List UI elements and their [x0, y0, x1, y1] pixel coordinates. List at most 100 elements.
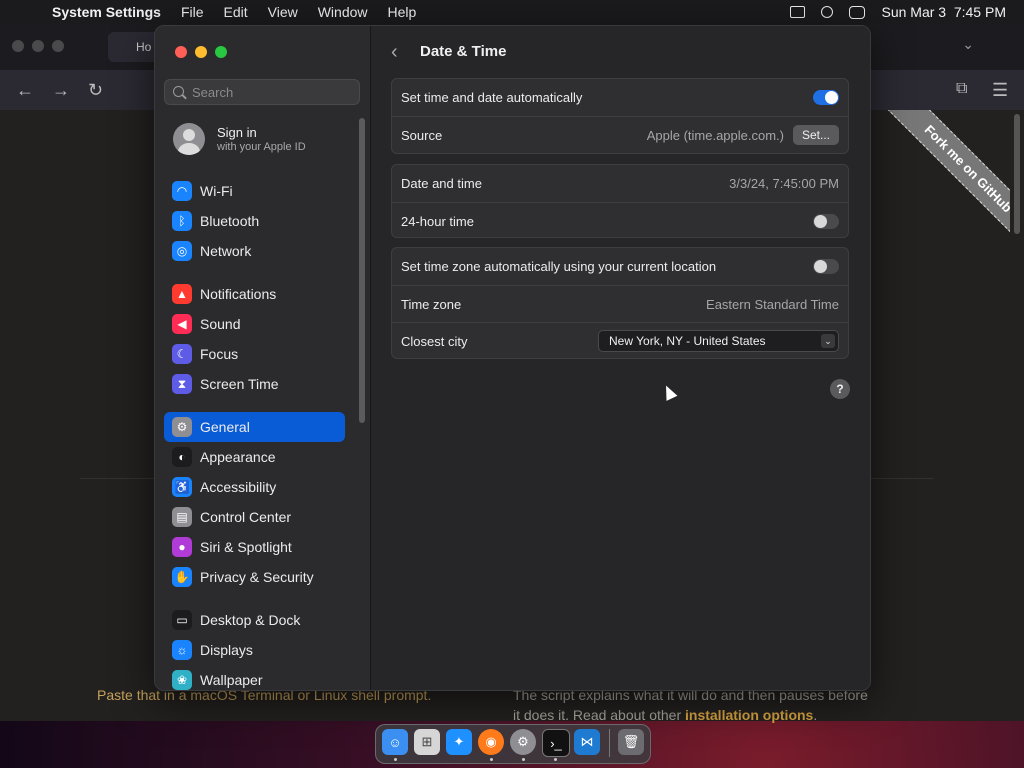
- forward-arrow-icon[interactable]: →: [52, 80, 70, 101]
- help-button[interactable]: ?: [830, 379, 850, 399]
- dock-system-settings-icon[interactable]: ⚙: [510, 729, 536, 755]
- sidebar-search-field[interactable]: Search: [164, 79, 360, 105]
- sidebar-item-network[interactable]: ◎ Network: [164, 236, 345, 266]
- closest-city-row: Closest city New York, NY - United State…: [392, 322, 848, 360]
- set-auto-toggle[interactable]: [813, 90, 839, 105]
- sidebar-item-siri-spotlight[interactable]: ● Siri & Spotlight: [164, 532, 345, 562]
- date-time-pane: ‹ Date & Time Set time and date automati…: [371, 26, 870, 690]
- bluetooth-icon: ᛒ: [172, 211, 192, 231]
- siri-icon: ●: [172, 537, 192, 557]
- browser-minimize-button[interactable]: [32, 40, 44, 52]
- sidebar-item-wallpaper[interactable]: ❀ Wallpaper: [164, 665, 345, 690]
- sidebar-item-control-center[interactable]: ▤ Control Center: [164, 502, 345, 532]
- dock-vscode-icon[interactable]: ⋈: [574, 729, 600, 755]
- sidebar-item-label: Accessibility: [200, 479, 277, 495]
- dock-launchpad-icon[interactable]: ⊞: [414, 729, 440, 755]
- time-zone-value: Eastern Standard Time: [706, 297, 839, 312]
- sidebar-item-appearance[interactable]: ◐ Appearance: [164, 442, 345, 472]
- menu-view[interactable]: View: [268, 4, 298, 20]
- hour24-row: 24-hour time: [392, 202, 848, 240]
- sidebar-item-label: Sound: [200, 316, 241, 332]
- browser-scrollbar[interactable]: [1014, 114, 1020, 234]
- back-arrow-icon[interactable]: ←: [16, 80, 34, 101]
- time-source-group: Set time and date automatically Source A…: [391, 78, 849, 154]
- sidebar-item-label: Appearance: [200, 449, 276, 465]
- displays-icon: ☼: [172, 640, 192, 660]
- control-center-icon[interactable]: [849, 5, 866, 19]
- footer-period: .: [813, 707, 818, 723]
- signin-title: Sign in: [217, 125, 257, 140]
- search-placeholder: Search: [192, 85, 234, 100]
- tz-auto-row: Set time zone automatically using your c…: [392, 248, 848, 285]
- page-title: Date & Time: [420, 43, 507, 60]
- sidebar-item-screen-time[interactable]: ⧗ Screen Time: [164, 369, 345, 399]
- dock-separator: [609, 729, 610, 757]
- tz-auto-label: Set time zone automatically using your c…: [401, 259, 717, 274]
- hourglass-icon: ⧗: [172, 374, 192, 394]
- time-zone-label: Time zone: [401, 297, 462, 312]
- github-ribbon-label[interactable]: Fork me on GitHub: [879, 110, 1010, 250]
- sidebar-scrollbar[interactable]: [359, 118, 365, 423]
- sidebar-item-privacy-security[interactable]: ✋ Privacy & Security: [164, 562, 345, 592]
- github-ribbon[interactable]: Fork me on GitHub: [868, 110, 1010, 250]
- menu-file[interactable]: File: [181, 4, 204, 20]
- menu-edit[interactable]: Edit: [224, 4, 248, 20]
- sidebar-item-label: Network: [200, 243, 252, 259]
- dock-running-indicator: [490, 758, 493, 761]
- sidebar-item-displays[interactable]: ☼ Displays: [164, 635, 345, 665]
- set-auto-label: Set time and date automatically: [401, 90, 583, 105]
- sidebar-item-desktop-dock[interactable]: ▭ Desktop & Dock: [164, 605, 345, 635]
- hamburger-menu-icon[interactable]: ☰: [992, 80, 1008, 101]
- menu-window[interactable]: Window: [318, 4, 368, 20]
- menubar-clock[interactable]: Sun Mar 3 7:45 PM: [881, 4, 1006, 20]
- dock-trash-icon[interactable]: 🗑: [618, 729, 644, 755]
- dock-running-indicator: [554, 758, 557, 761]
- window-minimize-button[interactable]: [195, 46, 207, 58]
- sidebar-item-label: Wallpaper: [200, 672, 263, 688]
- reload-icon[interactable]: ↻: [88, 80, 103, 101]
- set-source-button[interactable]: Set...: [793, 125, 839, 145]
- installation-options-link[interactable]: installation options: [685, 707, 813, 723]
- window-close-button[interactable]: [175, 46, 187, 58]
- extensions-icon[interactable]: ⧉: [956, 80, 967, 98]
- browser-tab-label: Ho: [136, 40, 152, 54]
- focus-moon-icon: ☾: [172, 344, 192, 364]
- sidebar-item-focus[interactable]: ☾ Focus: [164, 339, 345, 369]
- source-row: Source Apple (time.apple.com.) Set...: [392, 116, 848, 154]
- menu-app-name[interactable]: System Settings: [52, 4, 161, 20]
- window-zoom-button[interactable]: [215, 46, 227, 58]
- tab-list-chevron-icon[interactable]: ⌄: [962, 36, 974, 53]
- menu-help[interactable]: Help: [388, 4, 417, 20]
- footer-right-line2-text: it does it. Read about other: [513, 707, 685, 723]
- closest-city-select[interactable]: New York, NY - United States ⌄: [598, 330, 839, 352]
- dock-finder-icon[interactable]: ☺: [382, 729, 408, 755]
- dock-firefox-icon[interactable]: ◉: [478, 729, 504, 755]
- sidebar-item-bluetooth[interactable]: ᛒ Bluetooth: [164, 206, 345, 236]
- gear-icon: ⚙: [172, 417, 192, 437]
- privacy-hand-icon: ✋: [172, 567, 192, 587]
- sidebar-item-general[interactable]: ⚙ General: [164, 412, 345, 442]
- back-chevron-icon[interactable]: ‹: [391, 41, 398, 64]
- dock-running-indicator: [394, 758, 397, 761]
- dock-safari-icon[interactable]: ✦: [446, 729, 472, 755]
- display-mirror-icon[interactable]: [790, 6, 806, 18]
- set-auto-row: Set time and date automatically: [392, 79, 848, 116]
- browser-zoom-button[interactable]: [52, 40, 64, 52]
- dock-terminal-icon[interactable]: ›_: [542, 729, 570, 757]
- date-time-label: Date and time: [401, 176, 482, 191]
- time-zone-row: Time zone Eastern Standard Time: [392, 285, 848, 323]
- time-zone-group: Set time zone automatically using your c…: [391, 247, 849, 359]
- signin-subtitle: with your Apple ID: [217, 141, 306, 153]
- hour24-label: 24-hour time: [401, 214, 474, 229]
- wifi-icon: ◠: [172, 181, 192, 201]
- sidebar-item-label: Control Center: [200, 509, 292, 525]
- spotlight-search-icon[interactable]: [821, 6, 834, 18]
- tz-auto-toggle[interactable]: [813, 259, 839, 274]
- settings-sidebar: Search Sign in with your Apple ID ◠ Wi-Fi…: [155, 26, 371, 690]
- browser-close-button[interactable]: [12, 40, 24, 52]
- sidebar-item-sound[interactable]: ◀ Sound: [164, 309, 345, 339]
- sidebar-item-wi-fi[interactable]: ◠ Wi-Fi: [164, 176, 345, 206]
- hour24-toggle[interactable]: [813, 214, 839, 229]
- sidebar-item-notifications[interactable]: ▲ Notifications: [164, 279, 345, 309]
- sidebar-item-accessibility[interactable]: ♿ Accessibility: [164, 472, 345, 502]
